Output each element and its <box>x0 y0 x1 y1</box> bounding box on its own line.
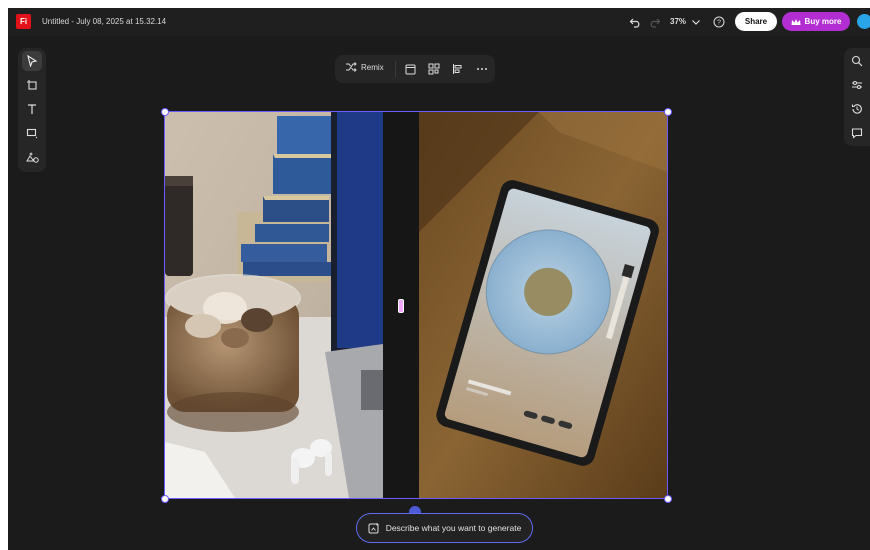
app-window: Fi Untitled - July 08, 2025 at 15.32.14 … <box>8 8 870 550</box>
selected-artboard[interactable] <box>164 111 668 499</box>
share-button[interactable]: Share <box>735 12 777 31</box>
chevron-down-icon[interactable] <box>689 15 703 29</box>
help-icon[interactable]: ? <box>712 15 726 29</box>
rectangle-icon[interactable] <box>22 123 42 143</box>
buy-more-button[interactable]: Buy more <box>782 12 850 31</box>
top-bar: Fi Untitled - July 08, 2025 at 15.32.14 … <box>8 8 870 36</box>
frame-icon[interactable] <box>22 75 42 95</box>
right-toolbar <box>844 48 870 146</box>
more-icon[interactable] <box>475 62 489 76</box>
buy-more-label: Buy more <box>804 17 842 26</box>
comment-icon[interactable] <box>849 125 865 141</box>
crown-icon <box>791 18 801 26</box>
resize-handle-bottom-right[interactable] <box>664 495 672 503</box>
text-icon[interactable] <box>22 99 42 119</box>
resize-handle-top-right[interactable] <box>664 108 672 116</box>
resize-handle-top-left[interactable] <box>161 108 169 116</box>
photo-tablet-vinyl[interactable] <box>419 112 667 498</box>
pointer-icon[interactable] <box>22 51 42 71</box>
svg-text:?: ? <box>717 20 721 27</box>
divider-drag-handle[interactable] <box>398 299 404 313</box>
generate-icon <box>368 522 380 534</box>
remix-icon <box>345 62 357 72</box>
sliders-icon[interactable] <box>849 77 865 93</box>
grid-layout-icon[interactable] <box>427 62 441 76</box>
redo-icon[interactable] <box>648 15 662 29</box>
remix-label: Remix <box>361 62 384 72</box>
frame-icon[interactable] <box>403 62 417 76</box>
toolbar-divider <box>395 61 396 77</box>
app-logo[interactable]: Fi <box>16 14 31 29</box>
left-toolbar <box>18 48 46 172</box>
remix-button[interactable]: Remix <box>345 62 384 72</box>
context-toolbar: Remix <box>335 55 495 83</box>
zoom-level[interactable]: 37% <box>670 17 686 26</box>
undo-icon[interactable] <box>628 15 642 29</box>
generate-prompt-placeholder: Describe what you want to generate <box>385 523 522 533</box>
document-title[interactable]: Untitled - July 08, 2025 at 15.32.14 <box>42 17 166 26</box>
photo-iced-coffee[interactable] <box>165 112 383 498</box>
generate-prompt-bar[interactable]: Describe what you want to generate <box>356 513 533 543</box>
resize-handle-bottom-left[interactable] <box>161 495 169 503</box>
align-icon[interactable] <box>451 62 465 76</box>
search-icon[interactable] <box>849 53 865 69</box>
generate-image-icon[interactable] <box>22 147 42 167</box>
history-icon[interactable] <box>849 101 865 117</box>
avatar[interactable] <box>857 14 870 29</box>
